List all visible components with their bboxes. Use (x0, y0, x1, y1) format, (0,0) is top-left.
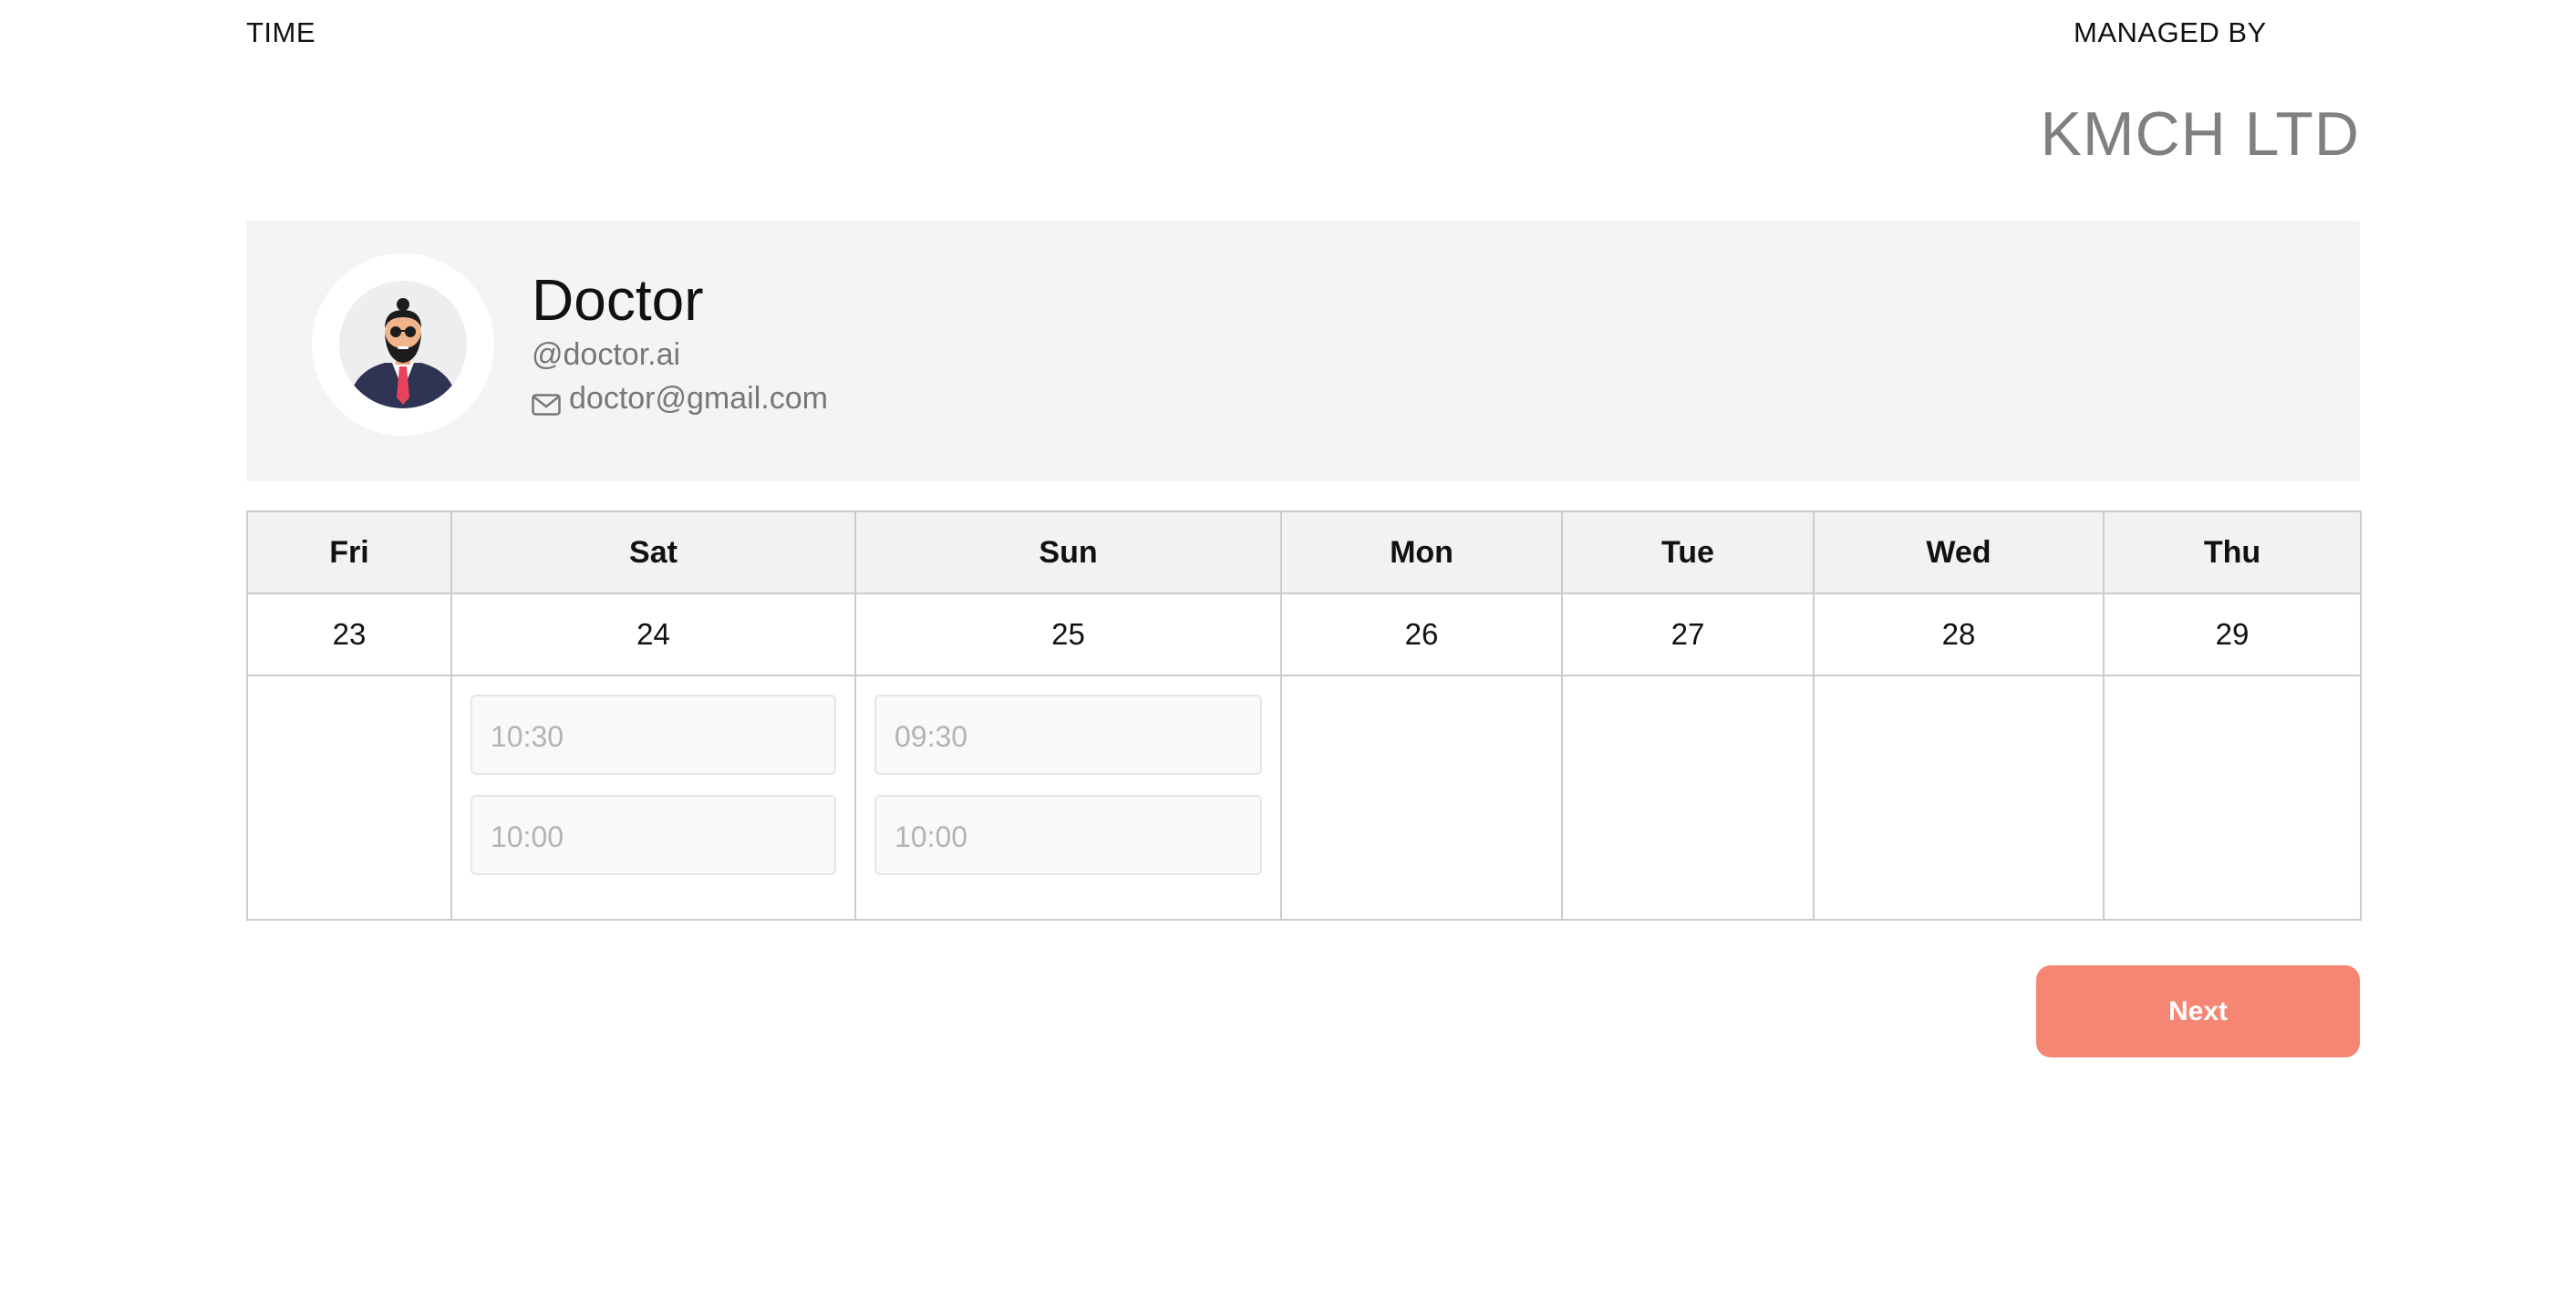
doctor-handle: @doctor.ai (532, 337, 681, 372)
time-slot-button[interactable]: 10:30 (471, 695, 836, 775)
doctor-avatar-icon (339, 281, 467, 408)
day-header-thu: Thu (2103, 510, 2362, 594)
time-slot-button[interactable]: 09:30 (874, 695, 1262, 775)
date-cell-24: 24 (450, 593, 856, 676)
doctor-email-row: doctor@gmail.com (532, 381, 828, 417)
day-header-mon: Mon (1280, 510, 1563, 594)
day-header-row: Fri Sat Sun Mon Tue Wed Thu (246, 510, 2362, 594)
date-cell-26: 26 (1280, 593, 1563, 676)
date-cell-29: 29 (2103, 593, 2362, 676)
company-name: KMCH LTD (2040, 99, 2360, 169)
doctor-profile-card: Doctor @doctor.ai doctor@gmail.com (246, 221, 2360, 481)
day-header-fri: Fri (246, 510, 452, 594)
time-slot-button[interactable]: 10:00 (471, 795, 836, 875)
next-button[interactable]: Next (2036, 965, 2360, 1057)
date-cell-23: 23 (246, 593, 452, 676)
slots-cell-sun: 09:30 10:00 (854, 675, 1282, 921)
day-header-tue: Tue (1561, 510, 1815, 594)
time-slot-button[interactable]: 10:00 (874, 795, 1262, 875)
envelope-icon (532, 388, 561, 416)
schedule-table: Fri Sat Sun Mon Tue Wed Thu 23 24 25 26 … (246, 510, 2362, 921)
slots-cell-sat: 10:30 10:00 (450, 675, 856, 921)
slots-cell-thu (2103, 675, 2362, 921)
slots-cell-mon (1280, 675, 1563, 921)
date-row: 23 24 25 26 27 28 29 (246, 593, 2362, 676)
day-header-sat: Sat (450, 510, 856, 594)
slots-cell-fri (246, 675, 452, 921)
slots-cell-wed (1813, 675, 2105, 921)
booking-page: TIME MANAGED BY KMCH LTD Doctor @doctor.… (0, 0, 2576, 1309)
time-label: TIME (246, 16, 316, 48)
date-cell-28: 28 (1813, 593, 2105, 676)
avatar (312, 253, 494, 436)
managed-by-label: MANAGED BY (2074, 16, 2267, 48)
day-header-wed: Wed (1813, 510, 2105, 594)
day-header-sun: Sun (854, 510, 1282, 594)
doctor-name: Doctor (532, 267, 704, 333)
doctor-email: doctor@gmail.com (569, 381, 828, 416)
slots-cell-tue (1561, 675, 1815, 921)
date-cell-27: 27 (1561, 593, 1815, 676)
slots-row: 10:30 10:00 09:30 10:00 (246, 675, 2362, 921)
date-cell-25: 25 (854, 593, 1282, 676)
